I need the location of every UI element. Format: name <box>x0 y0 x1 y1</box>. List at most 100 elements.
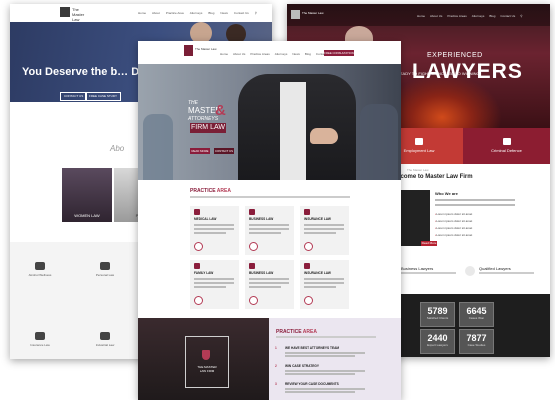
front-nav-blog[interactable]: Blog <box>305 52 311 56</box>
handcuffs-icon <box>35 262 45 270</box>
badge-icon <box>465 266 475 276</box>
right-who-text <box>435 199 515 209</box>
left-service-2-label: Personal Law <box>95 273 115 277</box>
front-practice-card-6[interactable]: INSURANCE LAW <box>300 260 349 309</box>
gavel-icon <box>502 138 511 145</box>
left-nav-about[interactable]: About <box>152 11 160 15</box>
right-who-kicker: The Master Law <box>407 168 429 172</box>
front-practice-card-5-title: BUSINESS LAW <box>249 271 274 275</box>
front-practice-card-3[interactable]: INSURANCE LAW <box>300 206 349 255</box>
right-business-label: Business Lawyers <box>401 266 434 271</box>
left-contact-button[interactable]: CONTACT US <box>60 92 88 101</box>
right-business-desc <box>401 272 456 274</box>
front-step-3-num: 3 <box>275 382 277 386</box>
arrow-right-icon[interactable] <box>304 242 313 251</box>
left-service-4[interactable]: Industrial Law <box>80 332 130 347</box>
front-logo-frame <box>185 336 229 388</box>
arrow-right-icon[interactable] <box>304 296 313 305</box>
shield-icon <box>202 350 210 360</box>
front-hero-ampersand: & <box>215 102 226 119</box>
person-icon <box>100 262 110 270</box>
front-practice-card-1[interactable]: MEDICAL LAW <box>190 206 239 255</box>
umbrella-icon <box>304 209 310 215</box>
left-service-1[interactable]: Alcohol Wellness <box>15 262 65 277</box>
right-stat-2-value: 6645 <box>466 306 487 316</box>
right-stat-4-value: 7877 <box>466 333 487 343</box>
left-nav-blog[interactable]: Blog <box>208 11 214 15</box>
front-practice-card-3-title: INSURANCE LAW <box>304 217 331 221</box>
front-step-1-title: WE HAVE BEST ATTORNEYS TEAM <box>285 346 340 350</box>
front-practice-card-4[interactable]: FAMILY LAW <box>190 260 239 309</box>
arrow-right-icon[interactable] <box>194 296 203 305</box>
right-tab-employment-label: Employment Law <box>403 148 435 153</box>
front-consultation-button[interactable]: FREE CONSULTATION <box>324 50 354 56</box>
front-preview-card: The Master Law Home About Us Practice Area… <box>138 41 401 400</box>
right-tab-criminal-label: Criminal Defence <box>491 148 522 153</box>
front-practice-card-5[interactable]: BUSINESS LAW <box>245 260 294 309</box>
left-service-3[interactable]: Insurance Law <box>15 332 65 347</box>
right-stat-3-value: 2440 <box>427 333 448 343</box>
front-logo-name[interactable]: The Master Law <box>195 47 217 51</box>
front-step-1-num: 1 <box>275 346 277 350</box>
front-nav-bar: The Master Law Home About Us Practice Area… <box>138 41 401 65</box>
right-nav-practice[interactable]: Practice Areas <box>447 14 466 18</box>
left-free-case-button[interactable]: FREE CASE STUDY <box>85 92 122 101</box>
front-nav-practice[interactable]: Practice Areas <box>250 52 269 56</box>
right-nav-bar: The Master Law Home About Us Practice Area… <box>287 4 550 26</box>
left-photo-women-law[interactable]: WOMEN LAW <box>62 168 112 222</box>
front-step-2-title: WIN CASE STRATEGY <box>285 364 319 368</box>
front-hero-handshake <box>310 128 338 144</box>
arrow-right-icon[interactable] <box>249 242 258 251</box>
left-nav-attorneys[interactable]: Attorneys <box>190 11 203 15</box>
star-icon <box>249 263 255 269</box>
right-nav-attorneys[interactable]: Attorneys <box>472 14 485 18</box>
front-nav-attorneys[interactable]: Attorneys <box>275 52 288 56</box>
left-nav-news[interactable]: News <box>220 11 228 15</box>
arrow-right-icon[interactable] <box>249 296 258 305</box>
front-dark-panel: THE MASTER LAW FIRM <box>138 318 269 400</box>
front-nav-home[interactable]: Home <box>220 52 228 56</box>
right-stat-4: 7877 Case Studies <box>459 329 494 354</box>
right-tab-criminal[interactable]: Criminal Defence <box>463 128 550 164</box>
front-nav-items: Home About Us Practice Areas Attorneys News B… <box>220 52 331 56</box>
front-steps-accent: AREA <box>302 329 317 335</box>
left-logo[interactable]: The Master Law <box>60 7 90 22</box>
umbrella-icon <box>35 332 45 340</box>
front-practice-card-4-title: FAMILY LAW <box>194 271 214 275</box>
right-who-title: Welcome to Master Law Firm <box>390 174 473 180</box>
left-nav-practice[interactable]: Practice Area <box>166 11 184 15</box>
medical-icon <box>194 209 200 215</box>
front-contact-button[interactable]: CONTACT US <box>214 148 234 154</box>
front-steps-desc <box>276 336 376 338</box>
front-practice-steps-panel: PRACTICE AREA 1 WE HAVE BEST ATTORNEYS T… <box>269 318 401 400</box>
front-practice-card-1-title: MEDICAL LAW <box>194 217 217 221</box>
right-who-heading: Who We are <box>435 191 458 196</box>
front-hero-firm-law: FIRM LAW <box>190 123 226 133</box>
right-nav-about[interactable]: About Us <box>430 14 442 18</box>
front-practice-accent: AREA <box>216 188 231 194</box>
right-stat-2: 6645 Cases Won <box>459 302 494 327</box>
right-logo-name[interactable]: The Master Law <box>302 11 324 15</box>
left-service-1-label: Alcohol Wellness <box>28 273 52 277</box>
front-read-more-button[interactable]: READ MORE <box>190 148 210 154</box>
arrow-right-icon[interactable] <box>194 242 203 251</box>
left-service-2[interactable]: Personal Law <box>80 262 130 277</box>
front-practice-label: PRACTICE <box>190 188 216 194</box>
front-hero-bg-person <box>360 104 398 180</box>
left-nav-home[interactable]: Home <box>138 11 146 15</box>
left-search-icon[interactable]: ⚲ <box>255 11 257 15</box>
scale-icon <box>291 10 300 19</box>
front-nav-about[interactable]: About Us <box>233 52 245 56</box>
front-steps-heading: PRACTICE AREA <box>276 329 317 335</box>
right-nav-items: Home About Us Practice Areas Attorneys Blog C… <box>417 14 527 18</box>
right-nav-blog[interactable]: Blog <box>489 14 495 18</box>
right-read-more-button[interactable]: Read More <box>421 241 437 246</box>
front-practice-card-2[interactable]: BUSINESS LAW <box>245 206 294 255</box>
right-nav-home[interactable]: Home <box>417 14 425 18</box>
right-nav-contact[interactable]: Contact Us <box>500 14 515 18</box>
left-nav-items: Home About Practice Area Attorneys Blog News C… <box>138 11 263 15</box>
right-stat-3: 2440 Expert Lawyers <box>420 329 455 354</box>
front-nav-news[interactable]: News <box>292 52 300 56</box>
left-nav-contact[interactable]: Contact Us <box>234 11 249 15</box>
right-search-icon[interactable]: ⚲ <box>520 14 522 18</box>
